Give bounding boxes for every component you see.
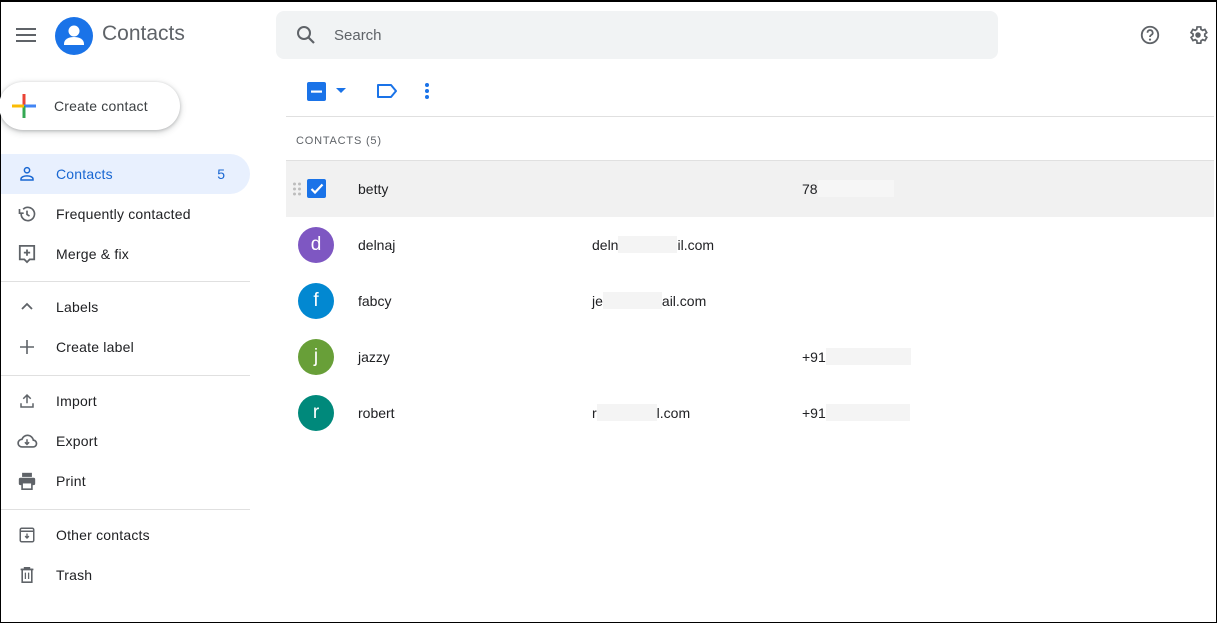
redacted-block <box>817 180 894 198</box>
sidebar-divider <box>1 509 250 510</box>
hamburger-menu-icon <box>16 28 36 42</box>
email-visible-prefix: je <box>592 293 603 309</box>
contact-row[interactable]: r robert r l.com +91 <box>286 385 1214 441</box>
contact-name: betty <box>358 181 389 197</box>
contact-name: robert <box>358 405 395 421</box>
search-input[interactable] <box>334 11 974 59</box>
contact-row[interactable]: betty 78 <box>286 161 1214 217</box>
contact-phone: +91 <box>802 404 910 422</box>
contacts-person-icon <box>64 25 84 45</box>
sidebar-item-merge-fix[interactable]: Merge & fix <box>1 234 250 274</box>
sidebar-item-export[interactable]: Export <box>1 421 250 461</box>
sidebar-item-contacts[interactable]: Contacts 5 <box>1 154 250 194</box>
contact-email: je ail.com <box>592 292 707 310</box>
email-visible-prefix: deln <box>592 237 619 253</box>
email-visible-suffix: l.com <box>656 405 691 421</box>
sidebar-divider <box>1 375 250 376</box>
sidebar-item-label: Trash <box>56 567 93 583</box>
redacted-block <box>825 348 911 366</box>
sidebar-item-label: Merge & fix <box>56 246 129 262</box>
search-icon[interactable] <box>294 23 318 47</box>
email-visible-suffix: il.com <box>677 237 715 253</box>
person-icon <box>15 162 39 186</box>
chevron-up-icon <box>15 295 39 319</box>
help-icon <box>1140 25 1160 45</box>
select-all-checkbox[interactable] <box>306 79 326 103</box>
create-contact-label: Create contact <box>54 98 148 114</box>
sidebar-item-label: Frequently contacted <box>56 206 191 222</box>
avatar: d <box>298 227 334 263</box>
redacted-block <box>596 404 657 422</box>
sidebar-item-other-contacts[interactable]: Other contacts <box>1 515 250 555</box>
contact-row[interactable]: d delnaj deln il.com <box>286 217 1214 273</box>
drag-handle-icon[interactable] <box>292 181 302 197</box>
sidebar-item-import[interactable]: Import <box>1 381 250 421</box>
cloud-download-icon <box>15 429 39 453</box>
history-icon <box>15 202 39 226</box>
redacted-block <box>602 292 662 310</box>
sidebar-item-label: Export <box>56 433 98 449</box>
trash-icon <box>15 563 39 587</box>
sidebar-item-labels[interactable]: Labels <box>1 287 250 327</box>
avatar: j <box>298 339 334 375</box>
sidebar-item-create-label[interactable]: Create label <box>1 327 250 367</box>
contact-phone: +91 <box>802 348 911 366</box>
contact-phone: 78 <box>802 180 894 198</box>
more-vert-icon <box>425 83 429 99</box>
select-dropdown-button[interactable] <box>333 79 349 103</box>
contacts-list-header: CONTACTS (5) <box>296 135 382 147</box>
manage-labels-button[interactable] <box>375 79 399 103</box>
contact-row[interactable]: f fabcy je ail.com <box>286 273 1214 329</box>
sidebar-item-label: Contacts <box>56 166 113 182</box>
sidebar-item-label: Other contacts <box>56 527 150 543</box>
plus-icon <box>15 335 39 359</box>
sidebar-item-trash[interactable]: Trash <box>1 555 250 595</box>
label-icon <box>377 84 397 98</box>
row-checkbox[interactable] <box>307 179 326 198</box>
toolbar-divider <box>286 116 1214 117</box>
contact-name: jazzy <box>358 349 390 365</box>
more-actions-button[interactable] <box>417 79 437 103</box>
merge-fix-icon <box>15 242 39 266</box>
phone-visible-part: 78 <box>802 181 818 197</box>
contact-name: delnaj <box>358 237 396 253</box>
sidebar-item-label: Labels <box>56 299 99 315</box>
app-title: Contacts <box>102 22 185 45</box>
help-button[interactable] <box>1138 23 1162 47</box>
email-visible-suffix: ail.com <box>661 293 707 309</box>
create-contact-button[interactable]: Create contact <box>0 82 180 130</box>
avatar: f <box>298 283 334 319</box>
contact-email: deln il.com <box>592 236 715 254</box>
redacted-block <box>618 236 678 254</box>
sidebar-divider <box>1 281 250 282</box>
contact-name: fabcy <box>358 293 392 309</box>
contacts-count: 5 <box>217 166 225 182</box>
search-bar[interactable] <box>276 11 998 59</box>
contact-email: r l.com <box>592 404 691 422</box>
caret-down-icon <box>336 88 346 93</box>
printer-icon <box>15 469 39 493</box>
sidebar-item-frequently-contacted[interactable]: Frequently contacted <box>1 194 250 234</box>
phone-visible-part: +91 <box>802 405 826 421</box>
sidebar-item-label: Print <box>56 473 86 489</box>
checkbox-indeterminate-icon <box>306 81 326 101</box>
contacts-logo[interactable] <box>55 17 93 55</box>
checkmark-icon <box>310 183 323 194</box>
sidebar-item-label: Create label <box>56 339 134 355</box>
main-menu-button[interactable] <box>14 24 38 46</box>
redacted-block <box>825 404 910 422</box>
avatar: r <box>298 395 334 431</box>
upload-icon <box>15 389 39 413</box>
settings-gear-icon <box>1189 26 1208 44</box>
phone-visible-part: +91 <box>802 349 826 365</box>
app-window: Contacts Create contact Contacts 5 Frequ… <box>0 0 1217 623</box>
multicolor-plus-icon <box>12 94 36 118</box>
archive-icon <box>15 523 39 547</box>
contact-row[interactable]: j jazzy +91 <box>286 329 1214 385</box>
sidebar-item-label: Import <box>56 393 97 409</box>
settings-button[interactable] <box>1186 23 1210 47</box>
sidebar-item-print[interactable]: Print <box>1 461 250 501</box>
